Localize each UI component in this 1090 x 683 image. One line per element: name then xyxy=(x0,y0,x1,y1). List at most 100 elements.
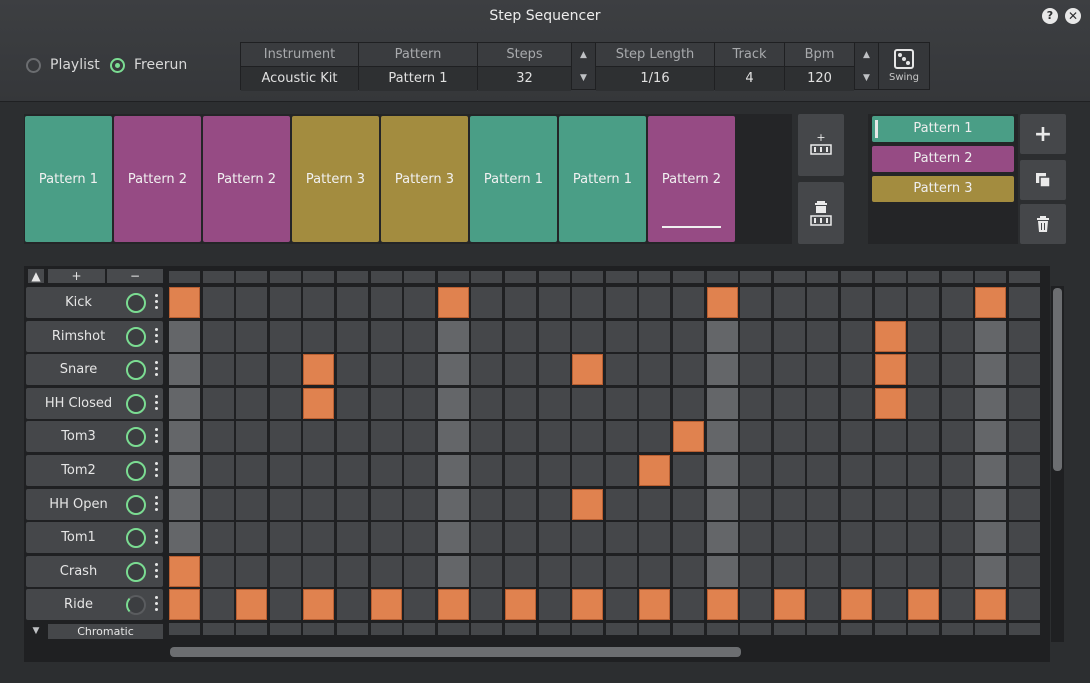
step-cell[interactable] xyxy=(538,287,570,318)
swing-button[interactable]: Swing xyxy=(879,43,929,89)
step-cell[interactable] xyxy=(236,522,268,554)
step-cell[interactable] xyxy=(841,320,872,352)
step-cell[interactable] xyxy=(639,555,671,587)
step-cell[interactable] xyxy=(639,522,671,554)
step-cell[interactable] xyxy=(841,488,872,520)
step-cell[interactable] xyxy=(807,488,839,520)
step-cell[interactable] xyxy=(572,522,604,554)
arrangement-tile[interactable]: Pattern 3 xyxy=(381,116,468,242)
step-cell[interactable] xyxy=(773,354,805,386)
volume-knob[interactable] xyxy=(126,561,146,582)
step-cell[interactable] xyxy=(337,555,368,587)
step-cell[interactable] xyxy=(572,287,604,318)
step-cell[interactable] xyxy=(370,455,402,486)
step-cell[interactable] xyxy=(841,354,872,386)
chromatic-button[interactable]: Chromatic xyxy=(48,624,163,639)
step-cell[interactable] xyxy=(572,555,604,587)
step-cell[interactable] xyxy=(807,589,839,621)
step-cell[interactable] xyxy=(437,522,469,554)
step-cell[interactable] xyxy=(236,455,268,486)
step-cell[interactable] xyxy=(1009,488,1040,520)
step-cell[interactable] xyxy=(975,522,1007,554)
horizontal-scrollbar[interactable] xyxy=(166,645,1048,660)
step-cell-active[interactable] xyxy=(303,387,335,419)
step-cell[interactable] xyxy=(975,387,1007,419)
duplicate-pattern-button[interactable] xyxy=(1020,160,1066,200)
horizontal-scroll-thumb[interactable] xyxy=(170,647,741,657)
step-cell[interactable] xyxy=(337,421,368,453)
track-value[interactable]: 4 xyxy=(715,67,784,91)
step-cell[interactable] xyxy=(370,387,402,419)
step-cell-active[interactable] xyxy=(572,354,604,386)
playlist-radio[interactable]: Playlist xyxy=(26,57,100,73)
step-length-value[interactable]: 1/16 xyxy=(596,67,714,91)
freerun-radio[interactable]: Freerun xyxy=(110,57,187,73)
step-cell[interactable] xyxy=(303,320,335,352)
step-cell[interactable] xyxy=(572,320,604,352)
add-track-button[interactable]: + xyxy=(48,269,105,283)
step-cell[interactable] xyxy=(807,522,839,554)
step-cell-active[interactable] xyxy=(236,589,268,621)
step-cell[interactable] xyxy=(202,421,234,453)
step-cell-active[interactable] xyxy=(874,354,906,386)
new-pattern-button[interactable]: + xyxy=(1020,114,1066,154)
vertical-scroll-thumb[interactable] xyxy=(1053,288,1062,471)
step-cell[interactable] xyxy=(437,488,469,520)
step-cell[interactable] xyxy=(169,354,200,386)
step-cell-active[interactable] xyxy=(169,589,200,621)
step-cell[interactable] xyxy=(505,488,536,520)
step-cell[interactable] xyxy=(236,354,268,386)
step-cell[interactable] xyxy=(370,287,402,318)
step-cell[interactable] xyxy=(673,354,704,386)
step-cell[interactable] xyxy=(874,287,906,318)
step-cell[interactable] xyxy=(505,354,536,386)
step-cell[interactable] xyxy=(706,488,738,520)
step-cell[interactable] xyxy=(673,488,704,520)
step-cell[interactable] xyxy=(908,455,940,486)
volume-knob[interactable] xyxy=(126,427,146,448)
track-menu-icon[interactable] xyxy=(155,428,159,445)
step-cell[interactable] xyxy=(505,387,536,419)
step-cell[interactable] xyxy=(471,287,503,318)
step-cell[interactable] xyxy=(773,522,805,554)
step-cell-active[interactable] xyxy=(673,421,704,453)
step-cell[interactable] xyxy=(740,387,772,419)
step-cell[interactable] xyxy=(706,387,738,419)
step-cell[interactable] xyxy=(841,555,872,587)
step-cell[interactable] xyxy=(471,320,503,352)
step-cell[interactable] xyxy=(807,320,839,352)
step-cell[interactable] xyxy=(605,387,637,419)
arrangement-tile-selected[interactable]: Pattern 2 xyxy=(648,116,735,242)
step-cell[interactable] xyxy=(908,387,940,419)
step-cell[interactable] xyxy=(841,455,872,486)
step-cell[interactable] xyxy=(908,522,940,554)
step-cell[interactable] xyxy=(538,354,570,386)
step-cell[interactable] xyxy=(740,589,772,621)
step-cell-active[interactable] xyxy=(572,589,604,621)
step-cell[interactable] xyxy=(269,522,301,554)
step-cell-active[interactable] xyxy=(303,354,335,386)
step-cell[interactable] xyxy=(874,555,906,587)
step-cell[interactable] xyxy=(673,320,704,352)
step-cell[interactable] xyxy=(437,354,469,386)
track-menu-icon[interactable] xyxy=(155,495,159,513)
track-label-hh-open[interactable]: HH Open xyxy=(26,488,163,520)
step-cell[interactable] xyxy=(202,488,234,520)
bpm-value[interactable]: 120 xyxy=(785,67,854,91)
step-cell[interactable] xyxy=(202,589,234,621)
step-cell[interactable] xyxy=(975,455,1007,486)
step-cell[interactable] xyxy=(605,320,637,352)
step-cell[interactable] xyxy=(404,421,436,453)
expand-down-icon[interactable]: ▼ xyxy=(28,625,44,638)
step-cell[interactable] xyxy=(605,287,637,318)
step-cell[interactable] xyxy=(437,387,469,419)
step-cell[interactable] xyxy=(269,354,301,386)
step-cell[interactable] xyxy=(505,555,536,587)
step-cell[interactable] xyxy=(202,354,234,386)
step-cell[interactable] xyxy=(471,421,503,453)
step-cell[interactable] xyxy=(874,421,906,453)
step-cell[interactable] xyxy=(236,555,268,587)
step-cell[interactable] xyxy=(269,387,301,419)
step-cell[interactable] xyxy=(740,354,772,386)
step-cell[interactable] xyxy=(404,488,436,520)
